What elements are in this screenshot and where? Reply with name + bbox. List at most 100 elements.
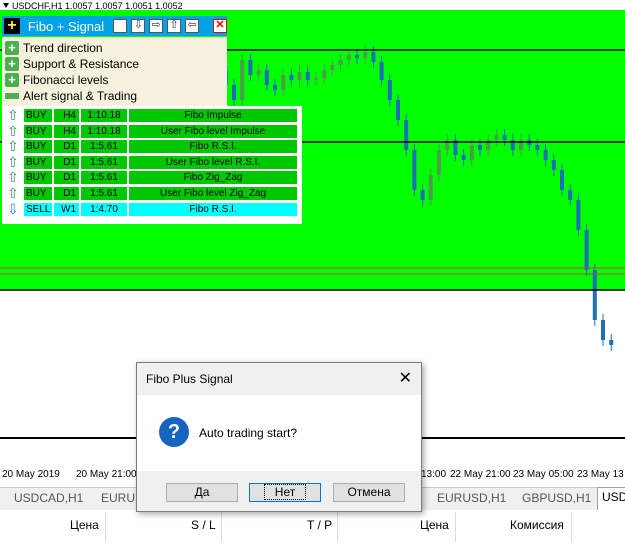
candle-body [568, 190, 573, 200]
menu-item-support-resistance[interactable]: + Support & Resistance [2, 56, 139, 71]
candle-body [584, 230, 589, 270]
arrow-down-icon[interactable]: ⇩ [131, 19, 146, 33]
candle-body [240, 60, 245, 100]
signal-ratio: 1:5.61 [81, 155, 127, 169]
column-header[interactable]: S / L [191, 518, 216, 532]
symbol-info: USDCHF,H1 1.0057 1.0057 1.0051 1.0052 [3, 1, 183, 11]
close-icon[interactable]: ✕ [399, 368, 412, 388]
expand-icon[interactable]: + [5, 56, 19, 71]
menu-item-label: Alert signal & Trading [23, 88, 138, 103]
symbol-quote: USDCHF,H1 1.0057 1.0057 1.0051 1.0052 [12, 1, 183, 11]
expand-icon[interactable]: + [5, 72, 19, 87]
candle-body [322, 70, 327, 78]
candle-body [502, 135, 507, 140]
signal-source: User Fibo level Impulse [129, 124, 297, 138]
signal-direction: BUY [24, 140, 52, 154]
blank-icon[interactable] [113, 19, 128, 33]
signal-ratio: 1:5.61 [81, 171, 127, 185]
signal-row[interactable]: ⇧ BUY H4 1:10.18 User Fibo level Impulse [3, 122, 299, 139]
candle-body [420, 190, 425, 200]
column-header[interactable]: Комиссия [510, 518, 564, 532]
signal-direction: BUY [24, 171, 52, 185]
panel-menu: + Trend direction + Support & Resistance +… [2, 37, 227, 106]
time-axis-label: 23 May 13 [577, 469, 624, 480]
column-divider[interactable] [455, 512, 456, 542]
plus-icon[interactable]: + [4, 18, 20, 34]
no-button[interactable]: Нет [249, 483, 321, 502]
candle-body [535, 145, 540, 150]
candle-body [543, 150, 548, 160]
column-divider[interactable] [105, 512, 106, 542]
menu-item-label: Trend direction [23, 40, 103, 55]
candle-body [461, 155, 466, 160]
candle-body [428, 175, 433, 200]
signal-direction: BUY [24, 155, 52, 169]
candle-body [264, 70, 269, 85]
menu-item-fibonacci-levels[interactable]: + Fibonacci levels [2, 72, 108, 87]
arrow-up-icon: ⇧ [7, 122, 19, 139]
panel-title: Fibo + Signal [27, 18, 105, 34]
column-divider[interactable] [337, 512, 338, 542]
signal-row[interactable]: ⇩ SELL W1 1:4.70 Fibo R.S.I. [3, 201, 299, 217]
candle-body [256, 70, 261, 75]
menu-item-alert-signal[interactable]: Alert signal & Trading [2, 88, 137, 103]
arrow-up-icon[interactable]: ⇧ [167, 19, 182, 33]
yes-button[interactable]: Да [166, 483, 238, 502]
dialog-message: Auto trading start? [199, 426, 298, 440]
signal-source: Fibo Zig_Zag [129, 171, 297, 185]
signal-ratio: 1:5.61 [81, 140, 127, 154]
signal-row[interactable]: ⇧ BUY D1 1:5.61 Fibo Zig_Zag [3, 170, 299, 185]
tab-usdcad[interactable]: USDCAD,H1 [14, 491, 83, 505]
column-divider[interactable] [221, 512, 222, 542]
candle-body [396, 100, 400, 120]
signal-source: User Fibo level Zig_Zag [129, 187, 297, 200]
signal-timeframe: D1 [54, 155, 79, 169]
signal-source: User Fibo level R.S.I. [129, 155, 297, 169]
candle-body [248, 60, 253, 75]
signal-timeframe: H4 [54, 109, 79, 122]
signal-table: ⇧ BUY H4 1:10.18 Fibo Impulse ⇧ BUY H4 1:10.18 Us… [2, 106, 302, 224]
yes-button-label: Да [194, 485, 210, 499]
fibo-panel-titlebar[interactable]: + Fibo + Signal ⇩ ⇨ ⇧ ⇦ ✕ [2, 16, 227, 36]
terminal-table: Цена S / L T / P Цена Комиссия [0, 510, 625, 544]
signal-source: Fibo Impulse [129, 109, 297, 122]
menu-item-trend-direction[interactable]: + Trend direction [2, 40, 103, 55]
signal-ratio: 1:5.61 [81, 187, 127, 200]
dropdown-triangle-icon[interactable] [3, 3, 9, 8]
candle-body [273, 85, 277, 90]
signal-direction: BUY [24, 187, 52, 200]
tab-gbpusd[interactable]: GBPUSD,H1 [522, 491, 591, 505]
column-header[interactable]: T / P [307, 518, 332, 532]
candle-body [330, 65, 335, 70]
arrow-left-icon[interactable]: ⇦ [185, 19, 200, 33]
candle-body [289, 75, 294, 80]
candle-body [232, 85, 236, 100]
signal-timeframe: H4 [54, 124, 79, 138]
expand-icon[interactable]: + [5, 40, 19, 55]
candle-body [314, 78, 318, 80]
signal-direction: BUY [24, 109, 52, 122]
signal-row[interactable]: ⇧ BUY D1 1:5.61 User Fibo level Zig_Zag [3, 186, 299, 201]
column-header[interactable]: Цена [70, 518, 99, 532]
candle-body [412, 150, 417, 190]
signal-row[interactable]: ⇧ BUY H4 1:10.18 Fibo Impulse [3, 108, 299, 123]
signal-row[interactable]: ⇧ BUY D1 1:5.61 User Fibo level R.S.I. [3, 154, 299, 170]
column-divider[interactable] [571, 512, 572, 542]
close-icon[interactable]: ✕ [213, 19, 227, 33]
tab-eurusd[interactable]: EURUSD,H1 [437, 491, 506, 505]
dialog-title: Fibo Plus Signal [146, 372, 233, 386]
arrow-right-icon[interactable]: ⇨ [149, 19, 164, 33]
candle-body [404, 120, 409, 150]
signal-row[interactable]: ⇧ BUY D1 1:5.61 Fibo R.S.I. [3, 139, 299, 154]
signal-timeframe: D1 [54, 171, 79, 185]
time-axis-label: 13:00 [421, 469, 447, 480]
signal-timeframe: D1 [54, 140, 79, 154]
cancel-button[interactable]: Отмена [333, 483, 405, 502]
arrow-up-icon: ⇧ [7, 169, 19, 186]
signal-direction: BUY [24, 124, 52, 138]
time-axis-label: 23 May 05:00 [513, 469, 574, 480]
question-icon: ? [159, 417, 189, 447]
candle-body [560, 170, 564, 190]
column-header[interactable]: Цена [420, 518, 449, 532]
collapse-icon[interactable] [5, 92, 19, 99]
